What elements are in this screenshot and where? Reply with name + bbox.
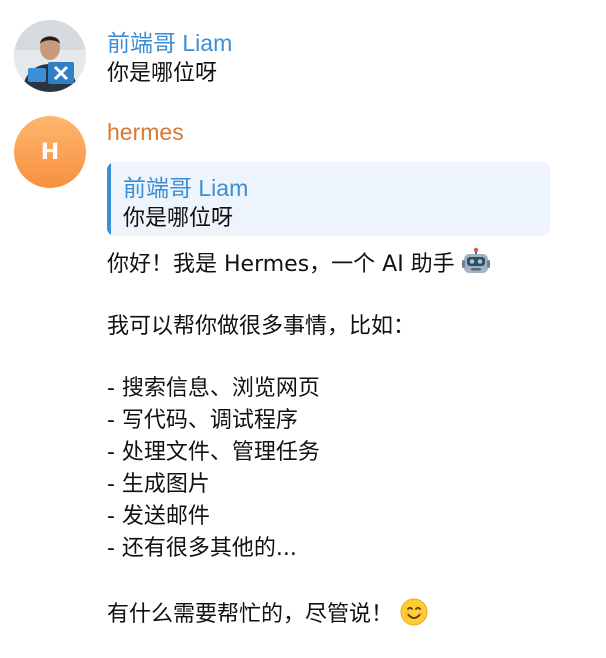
greeting-text: 你好！我是 Hermes，一个 AI 助手	[107, 252, 455, 277]
sender-name-liam[interactable]: 前端哥 Liam	[107, 24, 232, 58]
quote-text: 你是哪位呀	[123, 206, 234, 231]
list-item: - 处理文件、管理任务	[107, 440, 320, 465]
list-item: - 生成图片	[107, 472, 210, 497]
avatar-hermes[interactable]: H	[14, 116, 86, 188]
message-line-intro: 我可以帮你做很多事情，比如：	[107, 314, 416, 339]
message-text-liam: 你是哪位呀	[107, 61, 218, 86]
list-item: - 发送邮件	[107, 504, 210, 529]
closing-text: 有什么需要帮忙的，尽管说！	[107, 602, 394, 627]
reply-quote[interactable]: 前端哥 Liam 你是哪位呀	[107, 162, 550, 236]
message-line-closing: 有什么需要帮忙的，尽管说！	[107, 597, 429, 636]
list-item: - 写代码、调试程序	[107, 408, 298, 433]
quote-bar	[107, 162, 111, 236]
smiling-face-icon	[399, 597, 429, 636]
sender-name-hermes[interactable]: hermes	[107, 119, 184, 146]
quote-author: 前端哥 Liam	[123, 175, 249, 201]
robot-icon	[461, 247, 491, 286]
list-item: - 搜索信息、浏览网页	[107, 376, 320, 401]
message-line-greeting: 你好！我是 Hermes，一个 AI 助手	[107, 247, 491, 286]
avatar-photo-icon	[14, 20, 86, 92]
list-item: - 还有很多其他的...	[107, 536, 297, 561]
avatar-liam[interactable]	[14, 20, 86, 92]
avatar-letter: H	[40, 139, 60, 165]
